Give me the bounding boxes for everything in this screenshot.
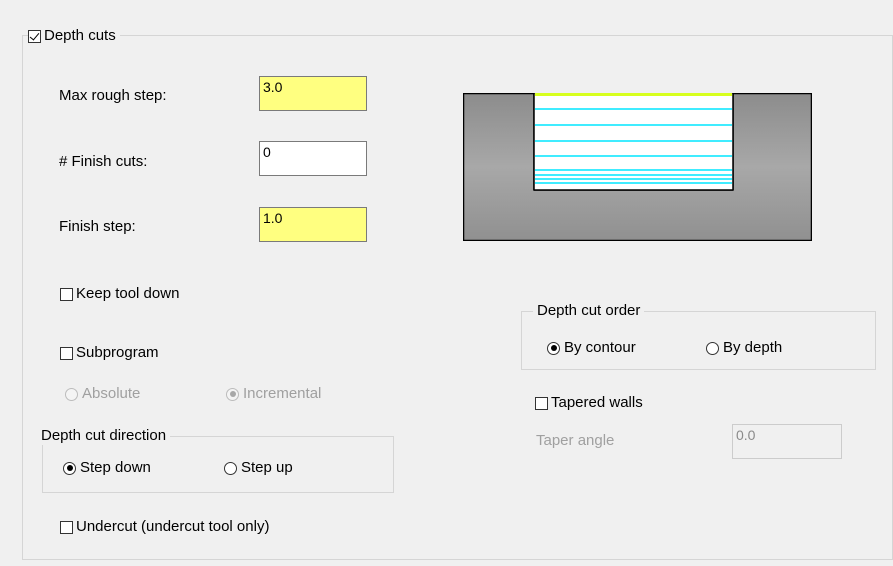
radio-selected-icon [547, 341, 560, 355]
by-depth-radio[interactable]: By depth [706, 339, 782, 357]
subprogram-checkbox[interactable]: Subprogram [60, 344, 159, 362]
taper-angle-input[interactable]: 0.0 [732, 424, 842, 459]
tapered-walls-checkbox[interactable]: Tapered walls [535, 394, 643, 412]
checkbox-icon [60, 346, 73, 360]
checkbox-icon [60, 287, 73, 301]
absolute-label: Absolute [82, 385, 141, 402]
keep-tool-down-label: Keep tool down [76, 285, 180, 302]
depth-cuts-label: Depth cuts [44, 27, 116, 44]
subprogram-label: Subprogram [76, 344, 159, 361]
radio-icon [224, 461, 237, 475]
finish-step-input[interactable]: 1.0 [259, 207, 367, 242]
step-up-radio[interactable]: Step up [224, 459, 293, 477]
tapered-walls-label: Tapered walls [551, 394, 643, 411]
depth-cut-direction-title: Depth cut direction [37, 427, 171, 445]
max-rough-step-input[interactable]: 3.0 [259, 76, 367, 111]
max-rough-step-label: Max rough step: [59, 87, 167, 104]
step-down-radio[interactable]: Step down [63, 459, 151, 477]
undercut-label: Undercut (undercut tool only) [76, 518, 270, 535]
radio-icon [65, 387, 78, 401]
depth-cuts-preview [463, 93, 812, 241]
depth-cuts-checkbox[interactable]: Depth cuts [28, 27, 120, 45]
step-up-label: Step up [241, 459, 293, 476]
taper-angle-label: Taper angle [536, 432, 615, 449]
radio-selected-icon [226, 387, 239, 401]
finish-step-label: Finish step: [59, 218, 136, 235]
step-down-label: Step down [80, 459, 151, 476]
by-contour-label: By contour [564, 339, 636, 356]
finish-cuts-label: # Finish cuts: [59, 153, 148, 170]
absolute-radio[interactable]: Absolute [65, 385, 140, 403]
depth-cut-order-title: Depth cut order [533, 302, 645, 320]
undercut-checkbox[interactable]: Undercut (undercut tool only) [60, 518, 269, 536]
keep-tool-down-checkbox[interactable]: Keep tool down [60, 285, 179, 303]
incremental-label: Incremental [243, 385, 322, 402]
radio-selected-icon [63, 461, 76, 475]
checkbox-icon [535, 396, 548, 410]
radio-icon [706, 341, 719, 355]
finish-cuts-input[interactable]: 0 [259, 141, 367, 176]
checkbox-icon [60, 520, 73, 534]
by-depth-label: By depth [723, 339, 783, 356]
checkbox-checked-icon [28, 29, 41, 43]
incremental-radio[interactable]: Incremental [226, 385, 321, 403]
by-contour-radio[interactable]: By contour [547, 339, 636, 357]
